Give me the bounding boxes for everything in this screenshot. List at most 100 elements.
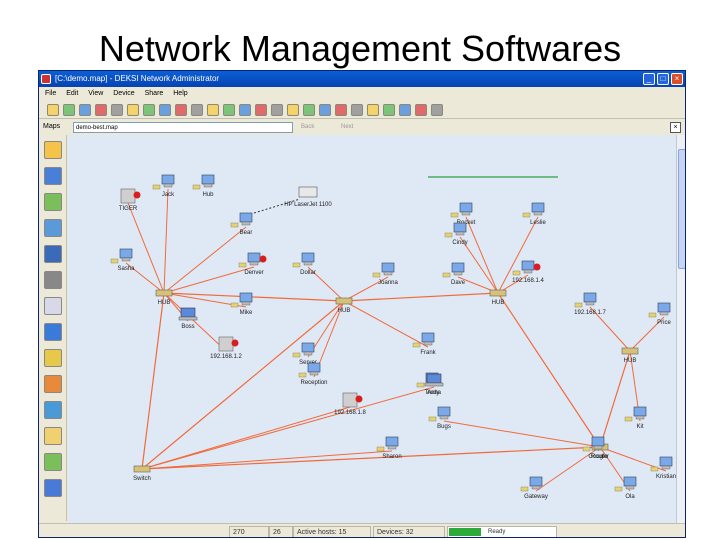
new-icon[interactable] [47, 104, 59, 116]
list-icon[interactable] [367, 104, 379, 116]
zoom-out-icon[interactable] [335, 104, 347, 116]
zoom-in-icon[interactable] [319, 104, 331, 116]
keyboard-icon [238, 262, 247, 268]
sidebar-folder-icon[interactable] [44, 427, 62, 445]
network-node[interactable]: Price [648, 302, 671, 326]
statusbar: 270 26 Active hosts: 15 Devices: 32 Read… [39, 523, 685, 537]
network-node[interactable]: Jack [152, 174, 175, 198]
network-node[interactable]: Leslie [522, 202, 546, 226]
sidebar-network-icon[interactable] [44, 167, 62, 185]
network-node[interactable]: Kit [624, 406, 647, 430]
save-icon[interactable] [79, 104, 91, 116]
network-node[interactable]: Frank [412, 332, 437, 356]
sidebar-export-icon[interactable] [44, 453, 62, 471]
network-node[interactable]: Anna [424, 373, 444, 396]
sidebar-user-icon[interactable] [44, 219, 62, 237]
menu-device[interactable]: Device [113, 90, 134, 97]
maximize-button[interactable]: □ [657, 73, 669, 85]
menu-help[interactable]: Help [173, 90, 187, 97]
laptop-icon [180, 307, 196, 318]
hub-device[interactable]: HUB [489, 289, 507, 306]
hub-device[interactable]: Switch [133, 465, 151, 482]
network-node[interactable]: Sasha [110, 248, 135, 272]
network-node[interactable]: Bugs [428, 406, 451, 430]
monitor-icon[interactable] [287, 104, 299, 116]
refresh-icon[interactable] [111, 104, 123, 116]
status-active-hosts: Active hosts: 15 [293, 526, 371, 537]
scan-icon[interactable] [303, 104, 315, 116]
help-icon[interactable] [431, 104, 443, 116]
network-node[interactable]: 192.168.1.8 [334, 392, 367, 416]
close-button[interactable]: × [671, 73, 683, 85]
network-map-canvas[interactable]: HUB HUB HUB HUB Switch Router TIGER Jack Hub HP L… [68, 135, 676, 523]
print-icon[interactable] [95, 104, 107, 116]
edit-icon[interactable] [191, 104, 203, 116]
network-node[interactable]: Dave [442, 262, 466, 286]
scroll-thumb[interactable] [678, 149, 685, 269]
keyboard-icon [650, 466, 659, 472]
network-link [443, 420, 601, 448]
network-node[interactable]: 192.168.1.4 [512, 260, 545, 284]
maps-select[interactable]: demo-best.map [73, 122, 293, 133]
network-node[interactable]: Reception [298, 362, 328, 386]
network-node[interactable]: Server [292, 342, 317, 366]
network-node[interactable]: Gateway [520, 476, 548, 500]
network-node[interactable]: Cindy [444, 222, 468, 246]
maps-back-button[interactable]: Back [301, 122, 314, 133]
network-node[interactable]: HP LaserJet 1100 [284, 186, 332, 208]
details-icon[interactable] [383, 104, 395, 116]
grid-icon[interactable] [399, 104, 411, 116]
delete-icon[interactable] [207, 104, 219, 116]
minimize-button[interactable]: _ [643, 73, 655, 85]
sidebar-layers-icon[interactable] [44, 245, 62, 263]
network-node[interactable]: 192.168.1.7 [574, 292, 607, 316]
network-node[interactable]: Hub [192, 174, 215, 198]
network-node[interactable]: Ola [614, 476, 637, 500]
sidebar-pen-icon[interactable] [44, 375, 62, 393]
sidebar-map-icon[interactable] [44, 141, 62, 159]
open-icon[interactable] [63, 104, 75, 116]
network-node[interactable]: Sharon [376, 436, 402, 460]
settings-icon[interactable] [239, 104, 251, 116]
menu-edit[interactable]: Edit [66, 90, 78, 97]
menu-share[interactable]: Share [145, 90, 164, 97]
network-map[interactable]: HUBHUBHUBHUBSwitchRouterTIGERJack HubHP L… [68, 135, 676, 523]
app-window: [C:\demo.map] - DEKSI Network Administra… [38, 70, 686, 538]
menu-view[interactable]: View [88, 90, 103, 97]
view-icon[interactable] [351, 104, 363, 116]
maps-next-button[interactable]: Next [341, 122, 353, 133]
tools-icon[interactable] [255, 104, 267, 116]
tiles-icon[interactable] [415, 104, 427, 116]
search-icon[interactable] [143, 104, 155, 116]
network-node[interactable]: Rocket [450, 202, 476, 226]
window-title: [C:\demo.map] - DEKSI Network Administra… [55, 74, 220, 83]
network-node[interactable]: Boss [178, 307, 198, 330]
add-icon[interactable] [175, 104, 187, 116]
hub-device[interactable]: HUB [621, 347, 639, 364]
network-node[interactable]: Kristian [650, 456, 676, 480]
sidebar-hub-icon[interactable] [44, 193, 62, 211]
report-icon[interactable] [159, 104, 171, 116]
sidebar-mail-icon[interactable] [44, 349, 62, 367]
sidebar-globe-icon[interactable] [44, 401, 62, 419]
network-icon[interactable] [271, 104, 283, 116]
backbone-link [599, 350, 631, 448]
keyboard-icon [376, 446, 385, 452]
network-node[interactable]: Bear [230, 212, 252, 236]
vertical-scrollbar[interactable] [676, 135, 685, 523]
keyboard-icon [574, 302, 583, 308]
sidebar-document-icon[interactable] [44, 297, 62, 315]
refresh2-icon[interactable] [223, 104, 235, 116]
network-node[interactable]: TIGER [119, 188, 141, 212]
network-node[interactable]: Dollar [292, 252, 316, 276]
sidebar-exit-icon[interactable] [44, 479, 62, 497]
progress-label: Ready [488, 529, 506, 535]
sidebar-info-icon[interactable] [44, 323, 62, 341]
maps-close-button[interactable]: × [670, 122, 681, 133]
sidebar-link-icon[interactable] [44, 271, 62, 289]
window-titlebar[interactable]: [C:\demo.map] - DEKSI Network Administra… [39, 71, 685, 87]
network-node[interactable]: Denver [238, 252, 267, 276]
users-icon[interactable] [127, 104, 139, 116]
menu-file[interactable]: File [45, 90, 56, 97]
computer-icon [623, 476, 637, 487]
